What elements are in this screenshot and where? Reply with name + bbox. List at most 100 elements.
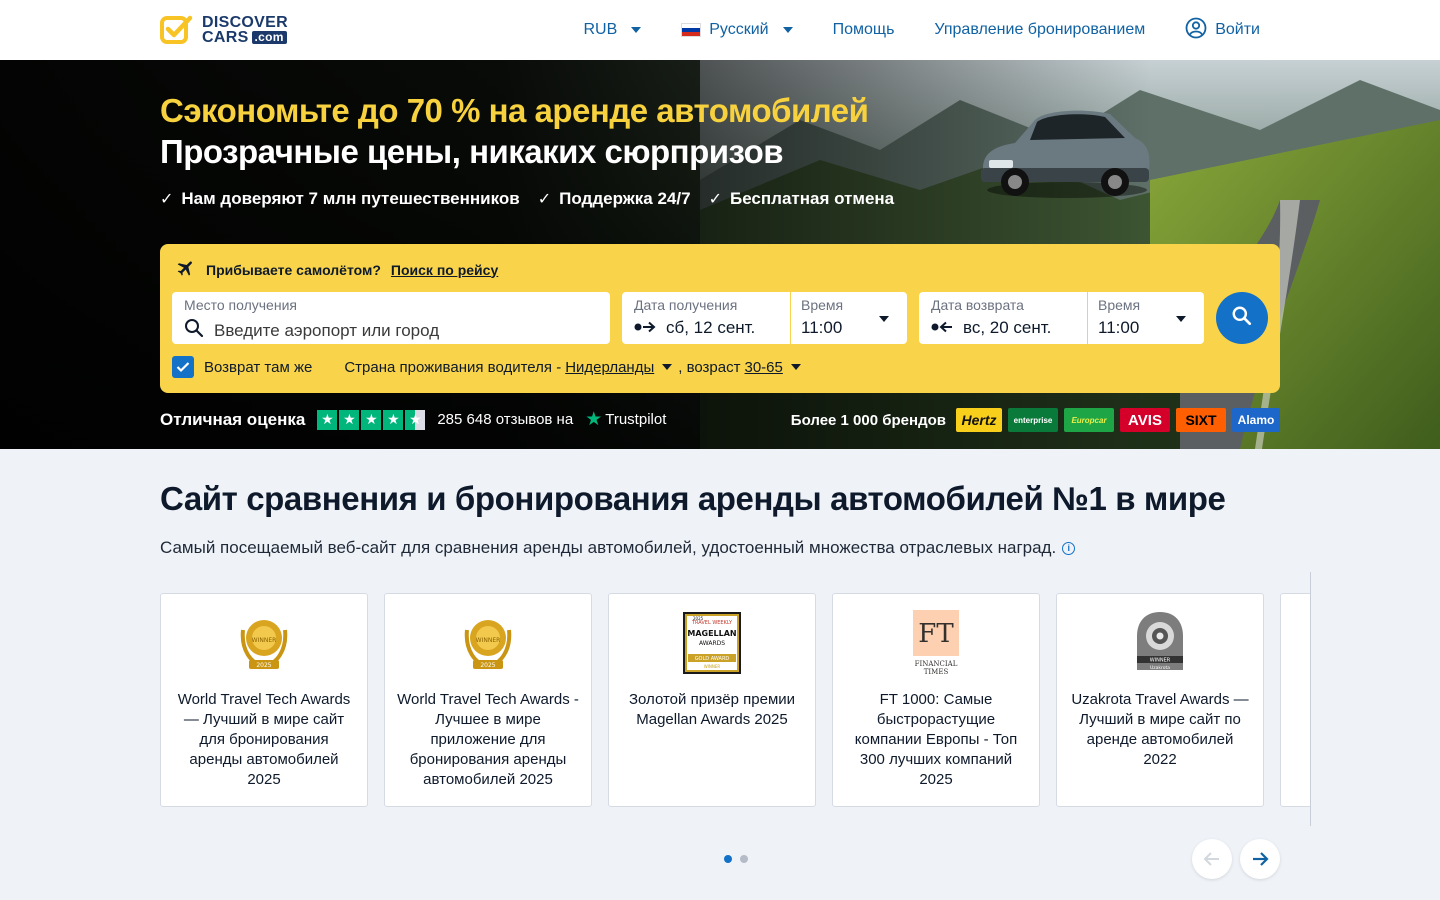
wtta-laurel-icon: 2025 WINNER: [240, 620, 288, 669]
wtta-year: 2025: [256, 662, 271, 669]
user-icon: [1185, 17, 1207, 44]
award-card: TRAVEL WEEKLY MAGELLAN AWARDS GOLD AWARD…: [608, 593, 816, 807]
hero-banner: Сэкономьте до 70 % на аренде автомобилей…: [0, 60, 1440, 449]
magellan-winner: WINNER: [704, 664, 721, 669]
check-icon: ✓: [708, 191, 722, 208]
help-link[interactable]: Помощь: [833, 21, 895, 39]
award-card: FT FINANCIAL TIMES FT 1000: Самые быстро…: [832, 593, 1040, 807]
benefit-item: ✓ Бесплатная отмена: [709, 189, 895, 209]
search-button[interactable]: [1216, 292, 1268, 344]
enterprise-logo: enterprise: [1008, 408, 1058, 432]
uzakrota-brand: Uzakrota: [1150, 665, 1170, 671]
award-card: 2025 WINNER World Travel Tech Awards — Л…: [160, 593, 368, 807]
award-card-partial: [1280, 593, 1310, 807]
award-caption: World Travel Tech Awards — Лучший в мире…: [177, 691, 351, 788]
magellan-gold: GOLD AWARD: [695, 656, 730, 662]
flight-search-row: Прибываете самолётом? Поиск по рейсу: [176, 258, 498, 281]
search-icon: [184, 318, 204, 343]
chevron-down-icon: [782, 27, 793, 33]
star-icon: ★: [317, 409, 338, 430]
car-image: [981, 110, 1150, 198]
carousel-next-button[interactable]: [1240, 839, 1280, 879]
pickup-date-label: Дата получения: [634, 297, 738, 313]
pickup-arrow-icon: [634, 318, 656, 338]
info-icon[interactable]: i: [1062, 541, 1076, 555]
section-subtitle: Самый посещаемый веб-сайт для сравнения …: [160, 538, 1076, 558]
same-return-label[interactable]: Возврат там же: [204, 359, 312, 376]
wtta-winner: WINNER: [252, 637, 277, 644]
manage-booking-link[interactable]: Управление бронированием: [934, 21, 1145, 39]
main-nav: RUB Русский Помощь Управление бронирован…: [583, 0, 1260, 60]
avis-logo: AVIS: [1120, 408, 1170, 432]
reviews-count: 285 648 отзывов на: [437, 411, 574, 428]
return-date-field[interactable]: Дата возврата вс, 20 сент.: [919, 292, 1087, 344]
benefit-text: Нам доверяют 7 млн путешественников: [181, 189, 520, 208]
search-form: Прибываете самолётом? Поиск по рейсу Мес…: [160, 244, 1280, 393]
same-return-checkbox[interactable]: [172, 356, 194, 378]
logo-check-icon: [160, 14, 194, 46]
site-header: DISCOVER CARS .com RUB Русский Помощь Упр…: [0, 0, 1440, 60]
arrow-left-icon: [1203, 852, 1219, 866]
award-caption: World Travel Tech Awards - Лучшее в мире…: [397, 691, 579, 788]
award-caption: Золотой призёр премии Magellan Awards 20…: [628, 691, 796, 728]
half-star-icon: ★: [405, 409, 426, 430]
return-date-label: Дата возврата: [931, 297, 1024, 313]
wtta-laurel-icon: 2025 WINNER: [464, 620, 512, 669]
driver-age-select[interactable]: 30-65: [745, 359, 783, 376]
trustpilot-star-icon: ★: [585, 409, 603, 430]
europcar-logo: Europcar: [1064, 408, 1114, 432]
uzakrota-winner: WINNER: [1150, 658, 1171, 664]
pickup-time-field[interactable]: Время 11:00: [791, 292, 907, 344]
chevron-down-icon: [879, 316, 889, 322]
currency-label: RUB: [583, 21, 618, 38]
currency-selector[interactable]: RUB: [583, 21, 642, 39]
carousel-dot-1[interactable]: [724, 855, 732, 863]
flight-search-link[interactable]: Поиск по рейсу: [391, 262, 498, 278]
benefit-text: Поддержка 24/7: [559, 189, 691, 208]
pickup-date-field[interactable]: Дата получения сб, 12 сент.: [622, 292, 790, 344]
check-icon: ✓: [160, 191, 174, 208]
discover-cars-logo[interactable]: DISCOVER CARS .com: [160, 14, 288, 46]
residence-country-select[interactable]: Нидерланды: [565, 359, 654, 376]
trustpilot-logo[interactable]: ★ Trustpilot: [585, 408, 666, 431]
search-options-row: Возврат там же Страна проживания водител…: [172, 356, 807, 378]
return-time-value: 11:00: [1098, 318, 1140, 337]
language-selector[interactable]: Русский: [681, 21, 793, 39]
ft-logo-icon: FT FINANCIAL TIMES: [913, 610, 959, 676]
ft-line2: TIMES: [924, 668, 949, 676]
checkmark-icon: [176, 362, 190, 373]
hertz-logo: Hertz: [956, 408, 1002, 432]
magellan-name: MAGELLAN: [687, 629, 736, 638]
login-button[interactable]: Войти: [1185, 17, 1260, 44]
star-icon: ★: [339, 409, 360, 430]
brands-strip: Более 1 000 брендов Hertz enterprise Eur…: [791, 408, 1280, 432]
logo-text-cars: CARS: [202, 29, 249, 46]
airplane-icon: [176, 258, 196, 281]
pickup-location-field[interactable]: Место получения Введите аэропорт или гор…: [172, 292, 610, 344]
age-label: , возраст: [678, 358, 741, 376]
residence-label: Страна проживания водителя -: [344, 358, 562, 376]
magellan-award-icon: TRAVEL WEEKLY MAGELLAN AWARDS GOLD AWARD…: [683, 612, 741, 674]
trustpilot-rating: Отличная оценка ★ ★ ★ ★ ★ 285 648 отзыво…: [160, 408, 666, 431]
arrow-right-icon: [1253, 852, 1269, 866]
award-card: WINNER Uzakrota Uzakrota Travel Awards —…: [1056, 593, 1264, 807]
ft-line1: FINANCIAL: [915, 660, 958, 668]
uzakrota-award-icon: WINNER Uzakrota: [1137, 612, 1183, 671]
pickup-time-label: Время: [801, 297, 844, 313]
return-date-value: вс, 20 сент.: [963, 318, 1052, 337]
pickup-location-input[interactable]: Введите аэропорт или город: [214, 321, 439, 341]
search-icon: [1231, 305, 1253, 332]
chevron-down-icon: [662, 364, 673, 370]
flight-prompt: Прибываете самолётом?: [206, 261, 381, 278]
benefit-text: Бесплатная отмена: [729, 189, 895, 208]
carousel-dot-2[interactable]: [740, 855, 748, 863]
return-time-field[interactable]: Время 11:00: [1088, 292, 1204, 344]
alamo-logo: Alamo: [1232, 408, 1280, 432]
ft-letters: FT: [918, 619, 954, 649]
carousel-prev-button[interactable]: [1192, 839, 1232, 879]
award-card: 2025 WINNER World Travel Tech Awards - Л…: [384, 593, 592, 807]
magellan-awards: AWARDS: [699, 640, 725, 647]
pickup-date-value: сб, 12 сент.: [666, 318, 756, 337]
sixt-logo: SIXT: [1176, 408, 1226, 432]
chevron-down-icon: [631, 27, 642, 33]
